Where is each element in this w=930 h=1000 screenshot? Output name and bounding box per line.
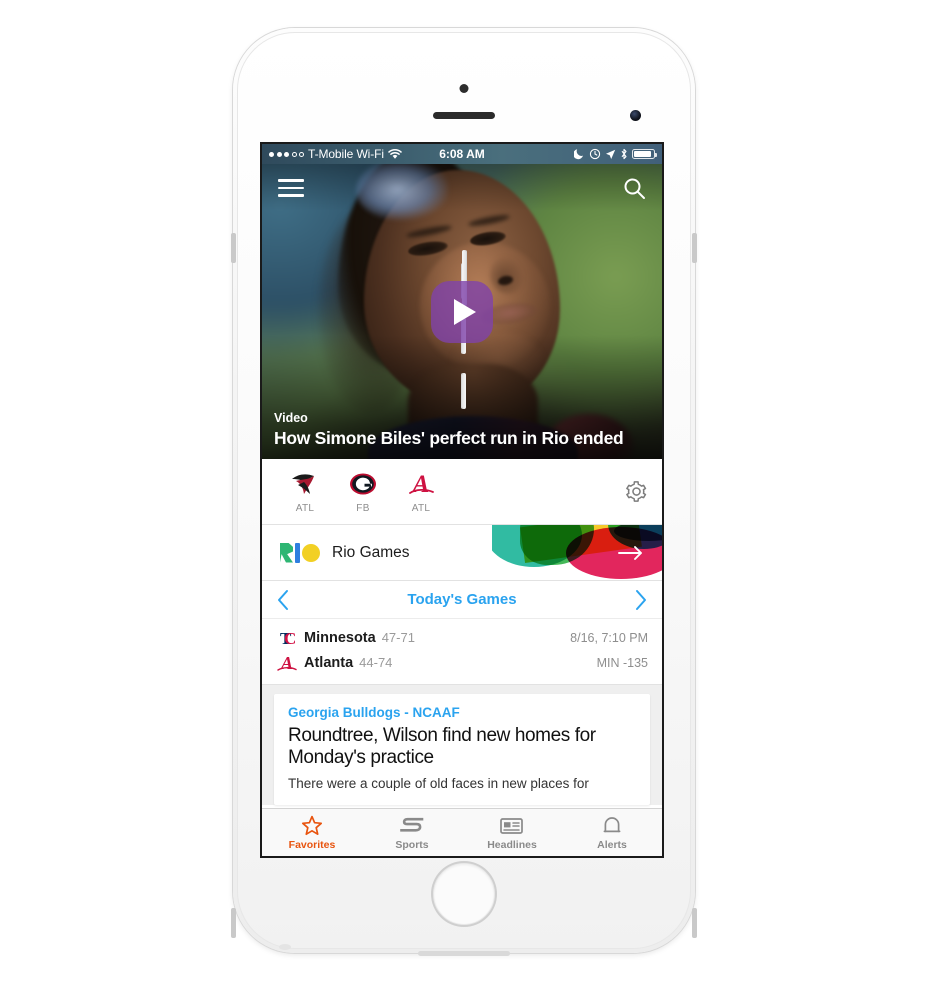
rio-2016-logo [280,541,320,565]
atlanta-braves-logo: A [276,653,302,673]
atlanta-braves-logo: A [392,469,450,499]
bell-icon [562,815,662,837]
news-category[interactable]: Georgia Bulldogs - NCAAF [288,705,636,720]
star-icon [262,815,362,837]
antenna-band [231,908,236,938]
svg-text:A: A [280,653,293,673]
hero-video-card[interactable]: Video How Simone Biles' perfect run in R… [262,164,662,459]
espn-s-icon [362,815,462,837]
score-row-away: T C Minnesota 47-71 8/16, 7:10 PM [276,625,648,650]
newspaper-icon [462,815,562,837]
favorites-teams-strip: ATL FB A ATL [262,459,662,525]
scores-header: Today's Games [262,581,662,619]
screenshot-canvas: T-Mobile Wi-Fi 6:08 AM Video How Simone … [0,0,930,1000]
signal-strength-dots [269,151,304,157]
team-record: 44-74 [359,655,393,670]
status-bar-left: T-Mobile Wi-Fi [269,147,402,161]
news-feed: Georgia Bulldogs - NCAAF Roundtree, Wils… [262,685,662,805]
favorite-team-label: ATL [295,503,315,514]
svg-text:C: C [284,629,296,648]
search-icon[interactable] [622,176,646,200]
front-camera [630,110,641,121]
volume-down-button[interactable] [462,373,466,409]
team-name: Atlanta [304,654,354,671]
bottom-microphone [279,944,291,950]
news-card[interactable]: Georgia Bulldogs - NCAAF Roundtree, Wils… [274,694,650,805]
atlanta-falcons-logo [276,469,334,499]
news-headline: Roundtree, Wilson find new homes for Mon… [288,725,596,769]
favorite-team-falcons[interactable]: ATL [276,469,334,514]
tab-label: Favorites [288,838,336,851]
team-record: 47-71 [381,630,415,645]
home-button[interactable] [433,863,495,925]
earpiece-speaker [433,112,495,119]
location-arrow-icon [606,149,616,159]
score-card[interactable]: T C Minnesota 47-71 8/16, 7:10 PM A Atla… [262,619,662,685]
tab-label: Alerts [597,838,627,851]
lightning-port [418,951,510,956]
hamburger-menu-icon[interactable] [278,179,304,197]
status-bar: T-Mobile Wi-Fi 6:08 AM [262,144,662,164]
do-not-disturb-moon-icon [574,149,583,160]
chevron-left-icon[interactable] [276,589,291,611]
antenna-band [692,233,697,263]
hero-kicker: Video [274,411,308,425]
iphone-device: T-Mobile Wi-Fi 6:08 AM Video How Simone … [231,28,697,956]
alarm-icon [589,148,601,160]
gear-icon[interactable] [625,480,648,503]
proximity-sensor [459,84,469,93]
status-bar-right [574,148,657,160]
rio-games-banner[interactable]: Rio Games [262,525,662,581]
team-name: Minnesota [304,629,376,646]
scores-title[interactable]: Today's Games [407,591,516,608]
chevron-right-icon[interactable] [633,589,648,611]
game-datetime: 8/16, 7:10 PM [570,630,648,645]
tab-label: Headlines [487,838,537,851]
bottom-tab-bar: Favorites Sports Headlines Alerts [262,808,662,856]
hero-text-block: Video How Simone Biles' perfect run in R… [274,411,650,449]
favorite-team-braves[interactable]: A ATL [392,469,450,514]
wifi-icon [388,148,402,159]
tab-favorites[interactable]: Favorites [262,815,362,851]
favorite-team-bulldogs[interactable]: FB [334,469,392,514]
minnesota-twins-logo: T C [276,628,302,648]
arrow-right-icon[interactable] [618,545,644,561]
antenna-band [692,908,697,938]
battery-icon [632,149,657,159]
tab-label: Sports [395,838,429,851]
carrier-label: T-Mobile Wi-Fi [308,147,384,161]
score-row-home: A Atlanta 44-74 MIN -135 [276,650,648,675]
favorite-team-label: FB [356,503,370,514]
georgia-bulldogs-logo [334,469,392,499]
app-top-bar [262,164,662,212]
antenna-band [231,233,236,263]
rio-games-label: Rio Games [332,543,410,561]
game-odds: MIN -135 [596,655,648,670]
hero-headline: How Simone Biles' perfect run in Rio end… [274,428,624,448]
tab-alerts[interactable]: Alerts [562,815,662,851]
play-icon [453,298,476,325]
bluetooth-icon [621,148,627,160]
news-excerpt: There were a couple of old faces in new … [288,775,589,791]
play-button[interactable] [431,280,493,343]
tab-headlines[interactable]: Headlines [462,815,562,851]
tab-sports[interactable]: Sports [362,815,462,851]
svg-text:A: A [411,471,430,497]
favorite-team-label: ATL [411,503,431,514]
